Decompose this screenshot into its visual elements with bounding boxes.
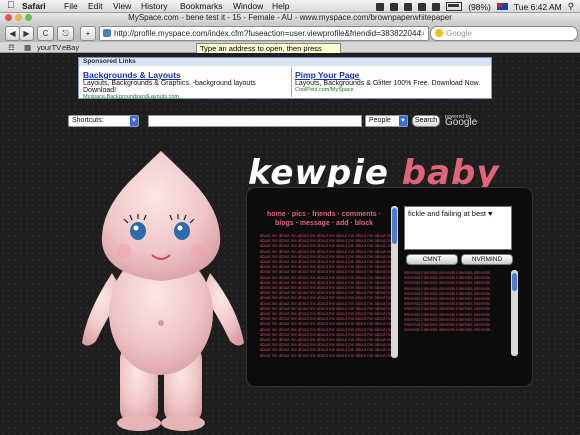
ad-url-link[interactable]: Myspace.BackgroundsandLayouts.com <box>83 94 289 100</box>
close-window-button[interactable] <box>5 14 12 21</box>
search-field[interactable]: Google <box>430 26 578 41</box>
google-logo: Google <box>445 117 478 128</box>
site-favicon-icon <box>103 29 111 37</box>
battery-icon[interactable] <box>446 2 463 11</box>
profile-nav-links[interactable]: home · pics · friends · comments · blogs… <box>259 210 389 228</box>
kewpie-doll-image <box>82 151 244 431</box>
menu-view[interactable]: View <box>113 1 131 11</box>
forward-button[interactable]: ▶ <box>19 26 34 41</box>
back-button[interactable]: ◀ <box>5 26 20 41</box>
input-flag-icon[interactable] <box>496 3 508 10</box>
ad-description: Layouts, Backgrounds & Graphics. -backgr… <box>83 80 256 94</box>
interests-scroll-thumb[interactable] <box>512 273 517 291</box>
menu-app[interactable]: Safari <box>22 1 46 11</box>
profile-panel: home · pics · friends · comments · blogs… <box>246 187 533 387</box>
browser-toolbar: ◀ ▶ C ⎋ + http://profile.myspace.com/ind… <box>0 23 580 42</box>
wifi-icon[interactable] <box>418 2 427 11</box>
shortcuts-select[interactable]: Shortcuts: ▼ <box>68 115 139 127</box>
top-sites-icon[interactable]: ▦ <box>24 43 31 52</box>
search-placeholder: Google <box>446 29 472 38</box>
search-scope-select[interactable]: People ▼ <box>365 115 408 127</box>
window-titlebar: MySpace.com - bene test it - 15 - Female… <box>0 13 580 23</box>
menu-bar:  Safari File Edit View History Bookmark… <box>0 0 580 13</box>
bookmarks-book-icon[interactable]: ☶ <box>8 43 15 52</box>
menu-edit[interactable]: Edit <box>88 1 103 11</box>
site-search-input[interactable] <box>148 115 362 127</box>
powered-by-google: powered by Google <box>445 114 478 128</box>
reload-icon[interactable]: ↻ <box>418 27 425 40</box>
status-area: (98%) Tue 6:42 AM ⚲ <box>376 1 574 12</box>
ads-divider <box>291 67 292 97</box>
ad-description: Layouts, Backgrounds & Glitter 100% Free… <box>295 80 481 87</box>
timemachine-icon[interactable] <box>404 2 413 11</box>
ad-item: Pimp Your Page Layouts, Backgrounds & Gl… <box>295 70 487 93</box>
sponsored-links: Sponsored Links Backgrounds & Layouts La… <box>78 57 492 100</box>
minimize-window-button[interactable] <box>15 14 22 21</box>
google-icon <box>435 29 443 37</box>
ad-title-link[interactable]: Pimp Your Page <box>295 70 487 80</box>
menu-extra-icon[interactable] <box>376 2 385 11</box>
shortcuts-label: Shortcuts: <box>72 117 104 124</box>
status-textbox[interactable]: fickle and failing at best ♥ <box>404 206 512 250</box>
ad-item: Backgrounds & Layouts Layouts, Backgroun… <box>83 70 289 100</box>
add-bookmark-button[interactable]: + <box>80 26 96 41</box>
snapback-button[interactable]: ⎋ <box>57 26 74 41</box>
menu-history[interactable]: History <box>141 1 167 11</box>
about-scrollbar[interactable] <box>391 206 398 358</box>
bluetooth-icon[interactable] <box>390 2 399 11</box>
ad-title-link[interactable]: Backgrounds & Layouts <box>83 70 289 80</box>
battery-percent: (98%) <box>468 1 491 12</box>
interests-scrollbar[interactable] <box>511 270 518 356</box>
menu-window[interactable]: Window <box>233 1 263 11</box>
nevermind-button[interactable]: NVRMIND <box>461 254 513 265</box>
clock[interactable]: Tue 6:42 AM <box>514 2 562 12</box>
chevron-down-icon: ▼ <box>399 116 407 126</box>
comment-button[interactable]: CMNT <box>406 254 458 265</box>
address-field[interactable]: http://profile.myspace.com/index.cfm?fus… <box>99 26 429 41</box>
interests-box: interests interests interests interests … <box>404 270 490 333</box>
bookmark-ebay[interactable]: eBay <box>62 43 79 52</box>
address-text: http://profile.myspace.com/index.cfm?fus… <box>114 29 421 38</box>
about-scroll-thumb[interactable] <box>392 208 397 244</box>
apple-icon[interactable]:  <box>7 0 15 11</box>
reload-button[interactable]: C <box>37 26 54 41</box>
ad-url-link[interactable]: CoolPetz.com/MySpace <box>295 87 487 93</box>
sponsored-header: Sponsored Links <box>79 58 491 66</box>
menu-bookmarks[interactable]: Bookmarks <box>180 1 223 11</box>
zoom-window-button[interactable] <box>25 14 32 21</box>
menu-file[interactable]: File <box>64 1 78 11</box>
search-scope-label: People <box>369 117 391 124</box>
myspace-search-row: Shortcuts: ▼ People ▼ Search powered by … <box>0 114 580 128</box>
chevron-down-icon: ▼ <box>130 116 138 126</box>
about-me-box: about me about me about me about me abou… <box>259 233 393 357</box>
search-button[interactable]: Search <box>412 115 440 127</box>
bookmark-yourtv[interactable]: yourTV <box>37 43 61 52</box>
spotlight-icon[interactable]: ⚲ <box>568 1 574 12</box>
menu-help[interactable]: Help <box>272 1 289 11</box>
volume-icon[interactable] <box>432 2 441 11</box>
page-content: Sponsored Links Backgrounds & Layouts La… <box>0 53 580 435</box>
window-title: MySpace.com - bene test it - 15 - Female… <box>128 13 452 22</box>
